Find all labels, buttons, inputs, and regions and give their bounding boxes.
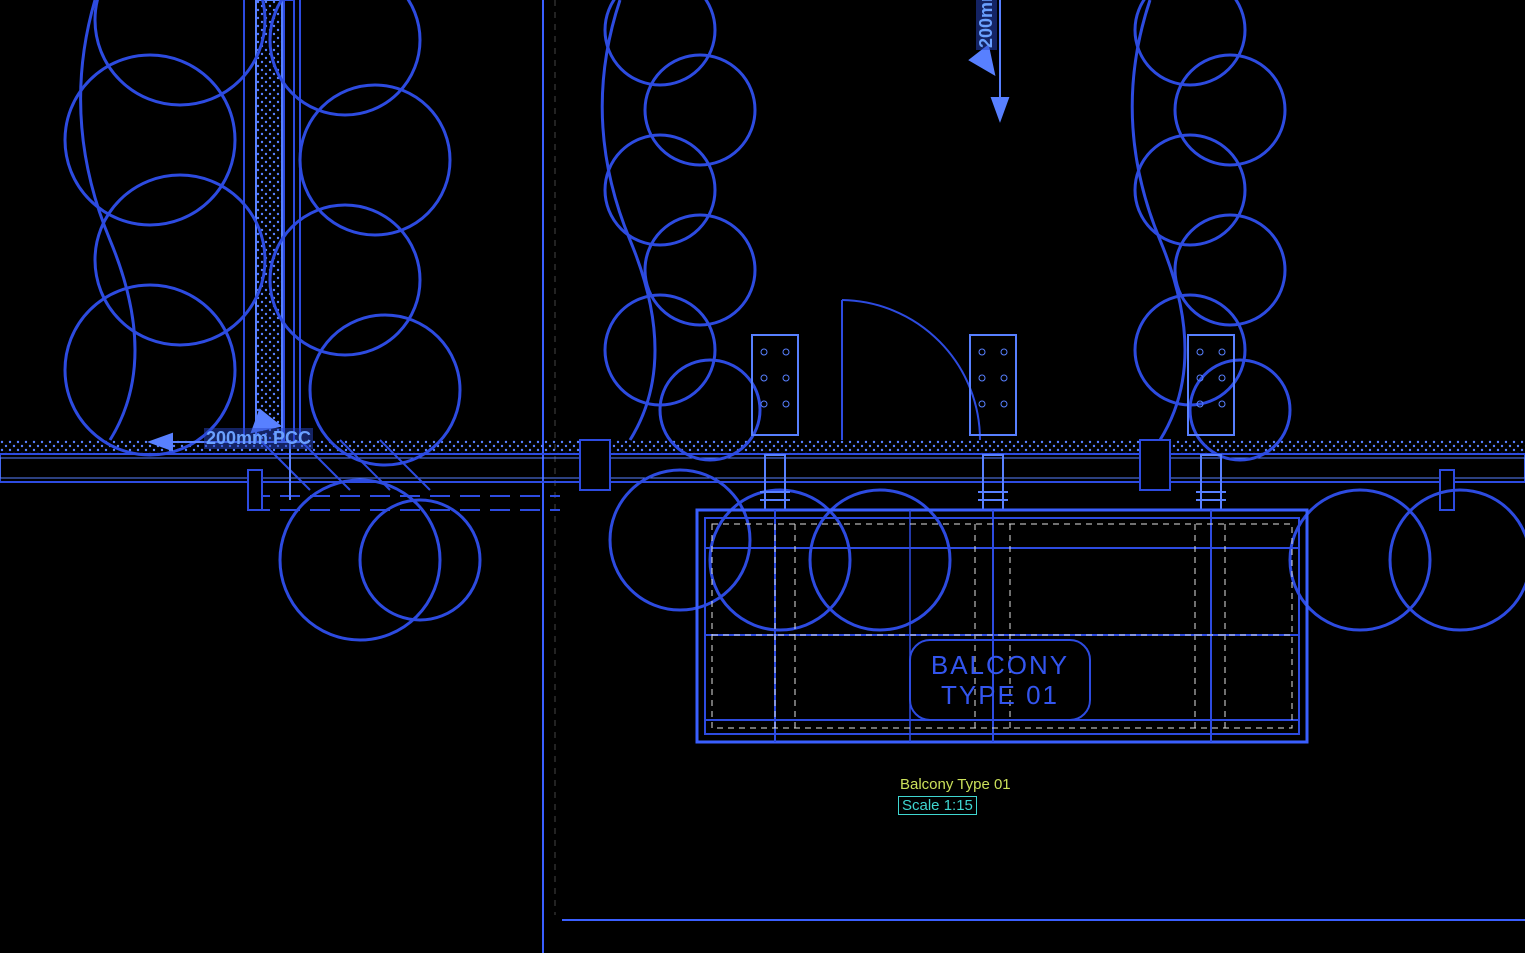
balcony-type-label: BALCONY TYPE 01 [920,650,1080,710]
drawing-canvas [0,0,1525,953]
insulation-right [1132,0,1525,630]
balcony-label-line-1: BALCONY [931,650,1069,680]
dimension-label-200mm-pcc: 200mm PCC [204,428,313,449]
bracket-2 [970,335,1016,510]
insulation-middle [602,0,950,630]
door-swing [842,300,980,440]
cad-viewport[interactable]: 200mm PCC 200mm BALCONY TYPE 01 Balcony … [0,0,1525,953]
view-scale[interactable]: Scale 1:15 [898,796,977,815]
balcony-label-line-2: TYPE 01 [941,680,1059,710]
view-title: Balcony Type 01 [900,776,1011,793]
dimension-label-200mm: 200mm [976,0,997,50]
